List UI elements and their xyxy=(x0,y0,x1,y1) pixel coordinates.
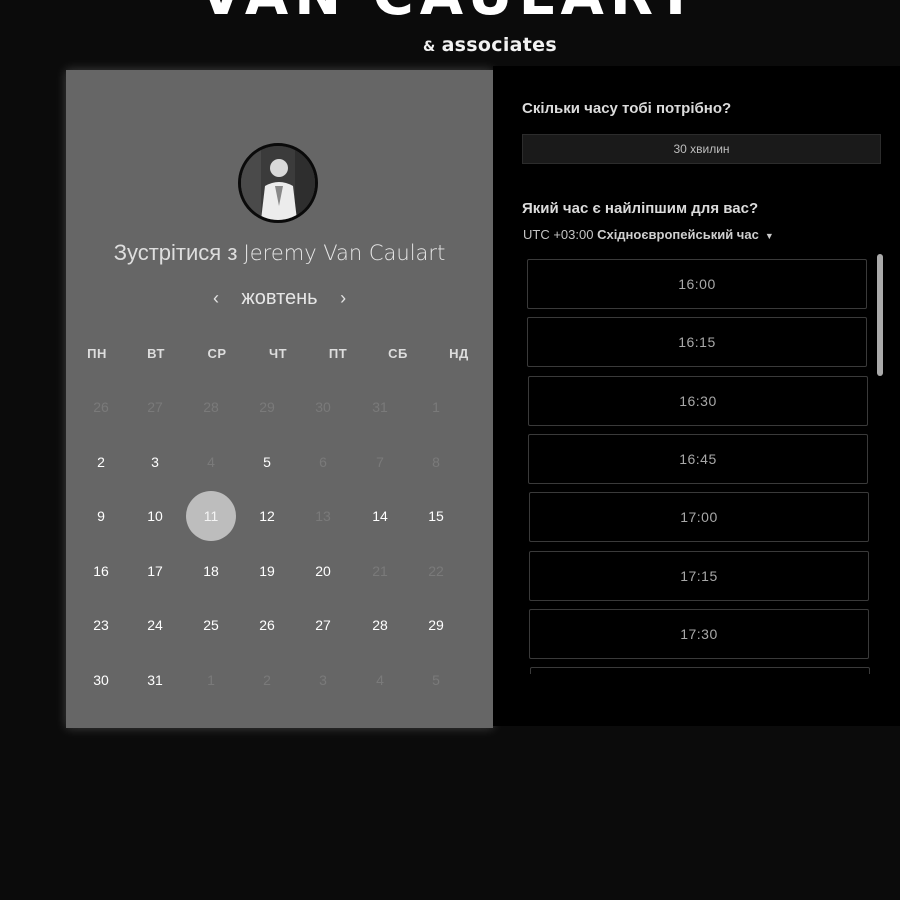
calendar-day[interactable]: 14 xyxy=(355,491,405,541)
time-slot-button[interactable] xyxy=(530,667,870,674)
calendar-day[interactable]: 20 xyxy=(298,546,348,596)
weekday-header: СР xyxy=(207,346,227,361)
timezone-select[interactable]: UTC +03:00 Східноєвропейський час ▼ xyxy=(523,227,774,242)
meeting-title: Зустрітися з Jeremy Van Caulart xyxy=(66,240,493,266)
calendar-day: 27 xyxy=(147,399,163,415)
current-month: жовтень xyxy=(241,287,318,309)
calendar-day: 4 xyxy=(376,672,384,688)
weekday-header: ВТ xyxy=(147,346,165,361)
calendar-day[interactable]: 30 xyxy=(76,655,126,705)
time-slot-button[interactable]: 17:00 xyxy=(529,492,869,543)
calendar-panel: Зустрітися з Jeremy Van Caulart ‹ жовтен… xyxy=(66,70,493,728)
calendar-day: 6 xyxy=(319,454,327,470)
calendar-day[interactable]: 3 xyxy=(130,437,180,487)
calendar-day: 2 xyxy=(263,672,271,688)
weekday-header: ПН xyxy=(87,346,107,361)
calendar-day: 1 xyxy=(207,672,215,688)
calendar-day: 22 xyxy=(428,563,444,579)
calendar-day-selected[interactable]: 11 xyxy=(186,491,236,541)
calendar-day: 5 xyxy=(432,672,440,688)
calendar-day[interactable]: 17 xyxy=(130,546,180,596)
calendar-day[interactable]: 12 xyxy=(242,491,292,541)
calendar-day[interactable]: 19 xyxy=(242,546,292,596)
time-slot-button[interactable]: 16:45 xyxy=(528,433,868,484)
time-slot-button[interactable]: 16:30 xyxy=(528,375,868,426)
calendar-day: 4 xyxy=(207,454,215,470)
time-slot-button[interactable]: 16:00 xyxy=(527,259,867,309)
calendar-day[interactable]: 29 xyxy=(411,600,461,650)
timezone-offset: UTC +03:00 xyxy=(523,227,594,242)
weekday-header: ЧТ xyxy=(268,346,288,361)
duration-select[interactable]: 30 хвилин xyxy=(522,134,881,164)
host-photo xyxy=(241,146,315,220)
month-navigation: ‹ жовтень › xyxy=(66,287,493,313)
caret-down-icon: ▼ xyxy=(764,231,774,241)
calendar-day[interactable]: 28 xyxy=(355,600,405,650)
calendar-day: 31 xyxy=(372,399,388,415)
calendar-day[interactable]: 31 xyxy=(130,655,180,705)
brand-name: VAN CAULART xyxy=(0,0,900,24)
calendar-day[interactable]: 16 xyxy=(76,546,126,596)
calendar-day[interactable]: 15 xyxy=(411,491,461,541)
calendar-day: 21 xyxy=(372,563,388,579)
calendar-day[interactable]: 2 xyxy=(76,437,126,487)
time-slot-button[interactable]: 16:15 xyxy=(527,317,867,368)
chevron-left-icon[interactable]: ‹ xyxy=(205,288,227,309)
slot-list-scrollbar[interactable] xyxy=(877,254,883,376)
calendar-day[interactable]: 25 xyxy=(186,600,236,650)
calendar-day[interactable]: 23 xyxy=(76,600,126,650)
calendar-day: 13 xyxy=(315,508,331,524)
weekday-header: ПТ xyxy=(328,346,348,361)
calendar-day[interactable]: 24 xyxy=(130,600,180,650)
chevron-right-icon[interactable]: › xyxy=(332,288,354,309)
brand-subtitle: & associates xyxy=(0,34,900,56)
calendar-day: 28 xyxy=(203,399,219,415)
host-name: Jeremy Van Caulart xyxy=(243,241,446,265)
calendar-day[interactable]: 9 xyxy=(76,491,126,541)
calendar-day: 30 xyxy=(315,399,331,415)
brand-ampersand: & xyxy=(423,39,436,55)
time-slot-button[interactable]: 17:30 xyxy=(529,608,869,659)
calendar-day[interactable]: 18 xyxy=(186,546,236,596)
calendar-day[interactable]: 10 xyxy=(130,491,180,541)
calendar-day: 26 xyxy=(93,399,109,415)
calendar-day: 7 xyxy=(376,454,384,470)
duration-question: Скільки часу тобі потрібно? xyxy=(522,100,732,117)
timezone-name: Східноєвропейський час xyxy=(597,227,759,242)
calendar-day[interactable]: 26 xyxy=(242,600,292,650)
calendar-day: 3 xyxy=(319,672,327,688)
time-slot-button[interactable]: 17:15 xyxy=(529,550,869,601)
brand-sub-text: associates xyxy=(441,34,557,56)
weekday-header: НД xyxy=(449,346,469,361)
calendar-day: 1 xyxy=(432,399,440,415)
time-slot-list: 16:00 16:15 16:30 16:45 17:00 17:15 17:30 xyxy=(527,256,872,674)
weekday-header: СБ xyxy=(388,346,408,361)
calendar-day: 29 xyxy=(259,399,275,415)
host-avatar xyxy=(238,143,318,223)
booking-panel: Скільки часу тобі потрібно? 30 хвилин Як… xyxy=(493,66,900,726)
calendar-day: 8 xyxy=(432,454,440,470)
calendar-day[interactable]: 5 xyxy=(242,437,292,487)
time-question: Який час є найліпшим для вас? xyxy=(522,200,759,217)
calendar-day[interactable]: 27 xyxy=(298,600,348,650)
meet-prefix: Зустрітися з xyxy=(113,240,238,265)
